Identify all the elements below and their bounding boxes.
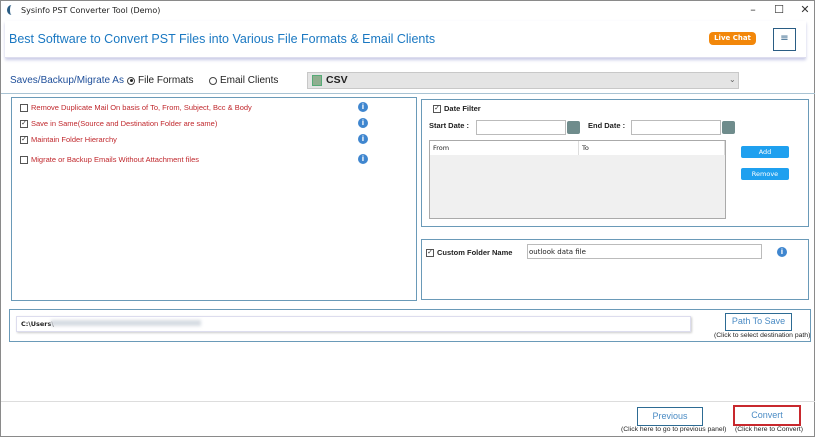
chevron-down-icon[interactable]: ⌄ — [729, 75, 736, 84]
menu-button[interactable]: ≡ — [773, 28, 796, 51]
checkbox-checked[interactable]: ✓ — [20, 135, 28, 144]
end-date-input[interactable] — [631, 120, 721, 135]
path-to-save-button[interactable]: Path To Save — [725, 313, 792, 331]
info-icon[interactable]: i — [777, 247, 787, 257]
footer-divider — [1, 401, 815, 402]
convert-caption: (Click here to Convert) — [735, 426, 803, 433]
radio-icon — [209, 76, 217, 85]
checkbox[interactable] — [20, 103, 28, 112]
end-date-label: End Date : — [588, 121, 626, 130]
previous-button[interactable]: Previous — [637, 407, 703, 426]
start-date-label: Start Date : — [429, 121, 470, 130]
checkbox-checked[interactable]: ✓ — [426, 248, 434, 257]
column-header-to: To — [579, 141, 725, 155]
radio-file-formats[interactable]: File Formats — [127, 75, 194, 86]
date-filter-label: Date Filter — [444, 104, 481, 113]
checkbox-checked[interactable]: ✓ — [433, 104, 441, 113]
start-date-input[interactable] — [476, 120, 566, 135]
header-title: Best Software to Convert PST Files into … — [9, 32, 436, 46]
info-icon[interactable]: i — [358, 102, 368, 112]
maximize-button[interactable]: ☐ — [772, 3, 786, 16]
date-range-table[interactable]: From To — [429, 140, 726, 219]
info-icon[interactable]: i — [358, 154, 368, 164]
format-dropdown[interactable] — [307, 72, 739, 89]
custom-folder-input[interactable]: outlook data file — [527, 244, 762, 259]
checkbox[interactable] — [20, 155, 28, 164]
save-as-label: Saves/Backup/Migrate As — [10, 75, 124, 86]
minimize-button[interactable]: – — [746, 3, 760, 16]
option-label: Maintain Folder Hierarchy — [31, 135, 117, 144]
remove-button[interactable]: Remove — [741, 168, 789, 180]
blurred-path — [51, 320, 201, 326]
calendar-icon[interactable] — [567, 121, 580, 134]
path-caption: (Click to select destination path) — [714, 332, 811, 339]
app-logo-icon — [7, 5, 16, 15]
previous-caption: (Click here to go to previous panel) — [621, 426, 727, 433]
window-title: Sysinfo PST Converter Tool (Demo) — [21, 6, 161, 15]
divider — [1, 93, 815, 94]
convert-button[interactable]: Convert — [733, 405, 801, 426]
radio-email-clients[interactable]: Email Clients — [209, 75, 278, 86]
custom-folder-label: Custom Folder Name — [437, 248, 513, 257]
option-folder-hierarchy[interactable]: ✓ Maintain Folder Hierarchy — [20, 135, 117, 144]
info-icon[interactable]: i — [358, 134, 368, 144]
close-button[interactable]: ✕ — [798, 3, 812, 16]
csv-file-icon — [312, 75, 322, 86]
live-chat-button[interactable]: Live Chat — [709, 32, 756, 45]
option-save-in-same[interactable]: ✓ Save in Same(Source and Destination Fol… — [20, 119, 217, 128]
option-remove-duplicate[interactable]: Remove Duplicate Mail On basis of To, Fr… — [20, 103, 252, 112]
option-label: Migrate or Backup Emails Without Attachm… — [31, 155, 199, 164]
checkbox-checked[interactable]: ✓ — [20, 119, 28, 128]
option-without-attachment[interactable]: Migrate or Backup Emails Without Attachm… — [20, 155, 199, 164]
info-icon[interactable]: i — [358, 118, 368, 128]
radio-label: Email Clients — [220, 75, 279, 86]
option-label: Remove Duplicate Mail On basis of To, Fr… — [31, 103, 252, 112]
add-button[interactable]: Add — [741, 146, 789, 158]
custom-folder-toggle[interactable]: ✓ Custom Folder Name — [426, 248, 512, 257]
format-selected: CSV — [326, 74, 348, 86]
calendar-icon[interactable] — [722, 121, 735, 134]
radio-label: File Formats — [138, 75, 194, 86]
radio-selected-icon — [127, 76, 135, 85]
column-header-from: From — [430, 141, 579, 155]
date-filter-toggle[interactable]: ✓ Date Filter — [433, 104, 481, 113]
option-label: Save in Same(Source and Destination Fold… — [31, 119, 218, 128]
